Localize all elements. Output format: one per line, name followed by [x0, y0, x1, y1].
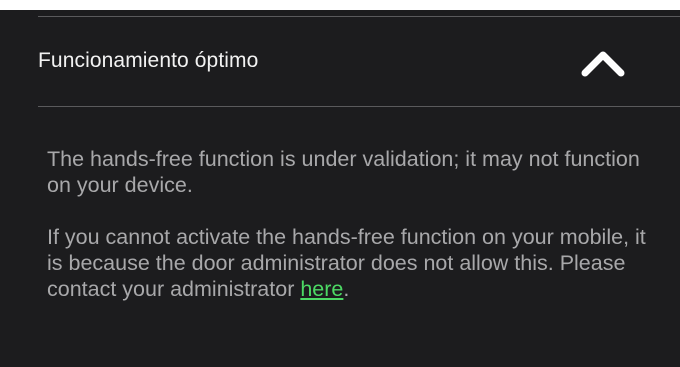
- header-divider: [38, 106, 680, 107]
- admin-notice: If you cannot activate the hands-free fu…: [47, 224, 662, 302]
- accordion-title: Funcionamiento óptimo: [38, 49, 259, 72]
- admin-notice-end: .: [343, 277, 350, 301]
- contact-admin-link[interactable]: here: [300, 277, 343, 301]
- chevron-up-icon[interactable]: [579, 45, 627, 79]
- accordion-content: The hands-free function is under validat…: [47, 146, 662, 302]
- validation-notice: The hands-free function is under validat…: [47, 147, 640, 197]
- accordion-header[interactable]: Funcionamiento óptimo: [0, 17, 680, 107]
- hands-free-info-panel: Funcionamiento óptimo The hands-free fun…: [0, 10, 680, 367]
